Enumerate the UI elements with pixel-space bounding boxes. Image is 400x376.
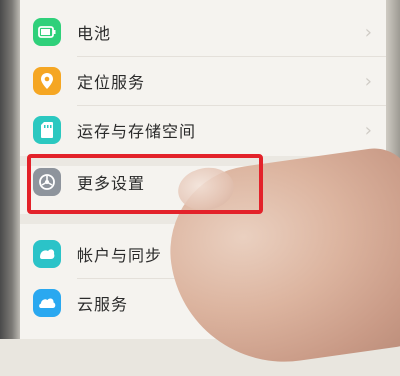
chevron-right-icon: › <box>364 70 372 92</box>
settings-item-label: 定位服务 <box>77 73 146 92</box>
settings-item-battery[interactable]: 电池 › <box>20 8 386 56</box>
chevron-right-icon: › <box>364 21 372 43</box>
account-sync-icon <box>33 240 61 268</box>
settings-item-location[interactable]: 定位服务 › <box>20 57 386 105</box>
cloud-icon <box>33 289 61 317</box>
highlight-box <box>27 154 263 214</box>
phone-frame-left <box>0 0 20 339</box>
storage-icon <box>33 116 61 144</box>
settings-item-label: 电池 <box>77 24 112 43</box>
battery-icon <box>33 18 61 46</box>
settings-item-label: 帐户与同步 <box>77 246 163 265</box>
settings-item-storage[interactable]: 运存与存储空间 › <box>20 106 386 154</box>
chevron-right-icon: › <box>364 119 372 141</box>
settings-item-label: 云服务 <box>77 295 129 314</box>
settings-item-label: 运存与存储空间 <box>77 122 197 141</box>
location-icon <box>33 67 61 95</box>
